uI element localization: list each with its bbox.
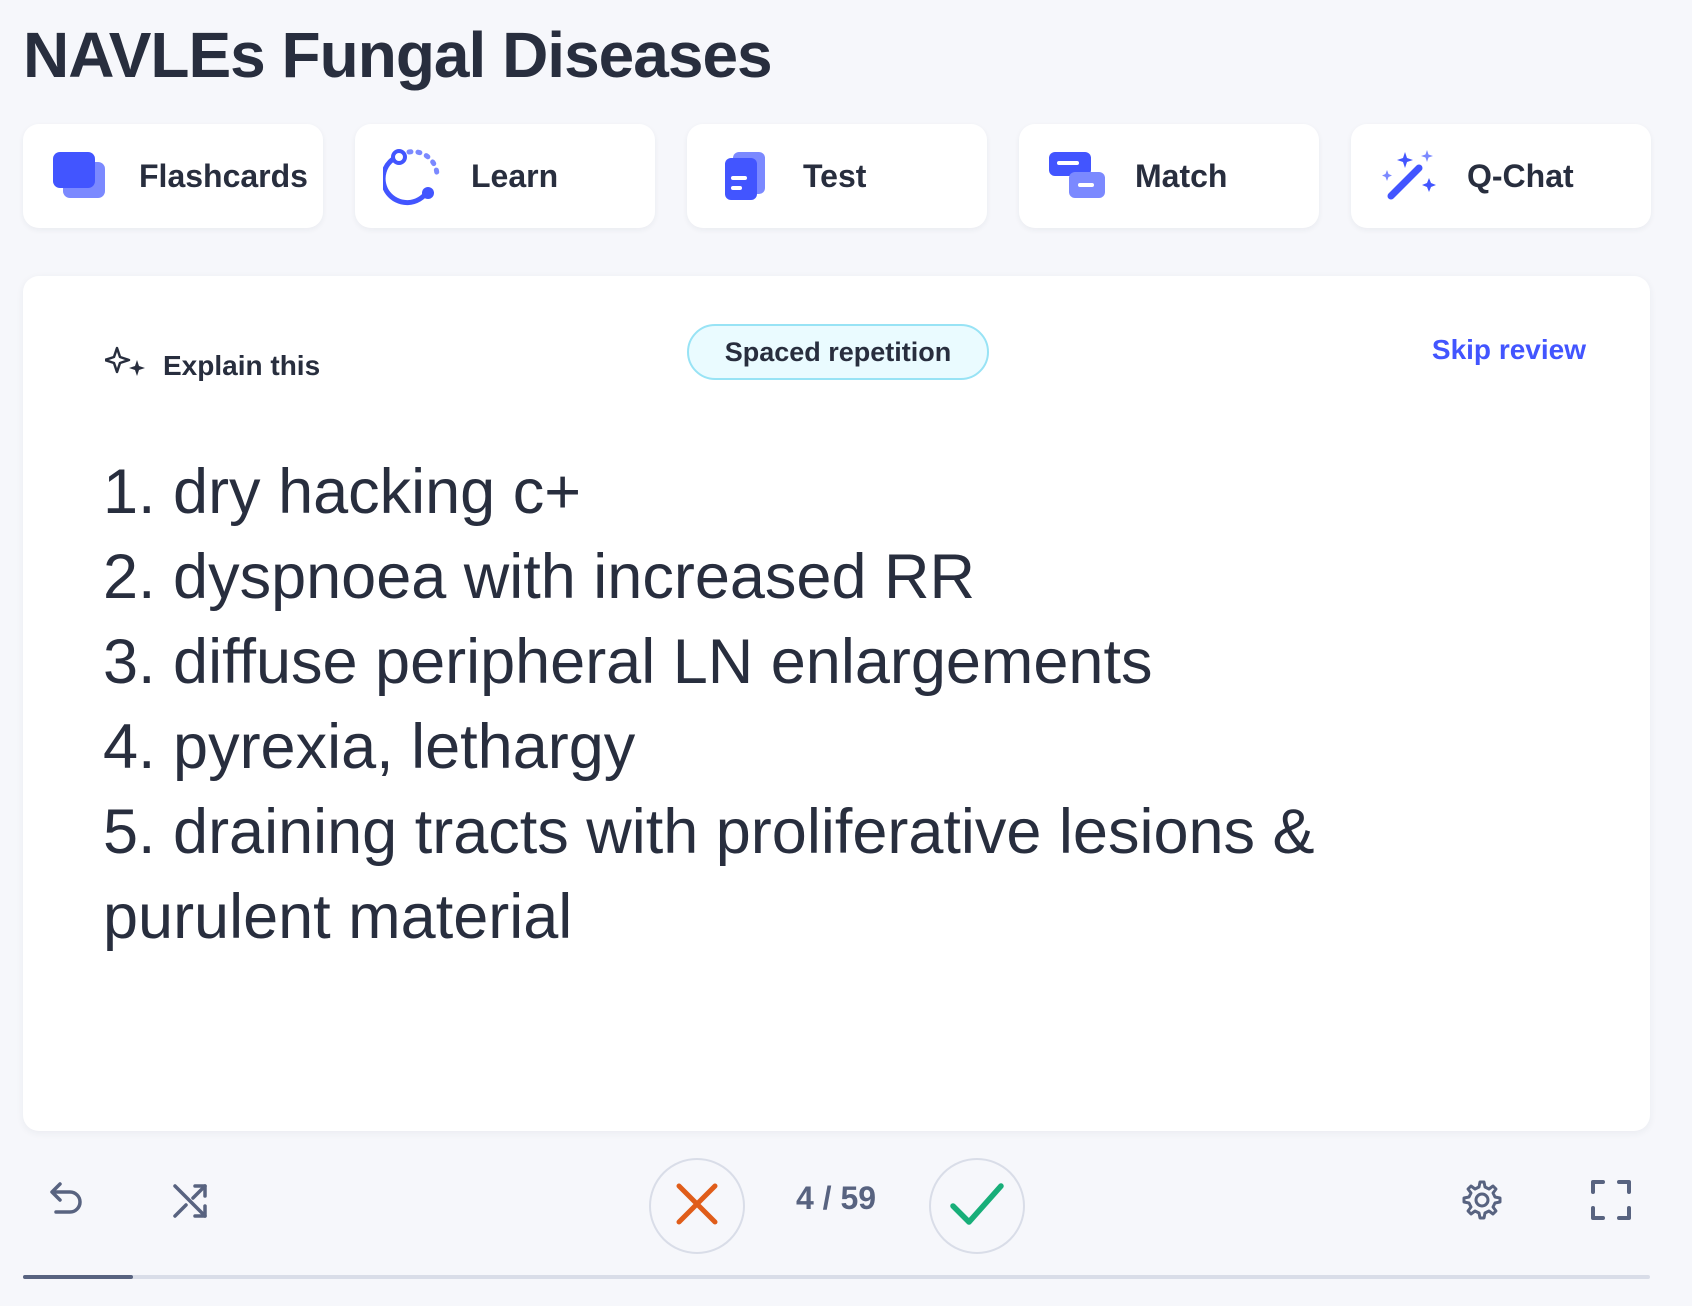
card-line: 2. dyspnoea with increased RR bbox=[103, 542, 975, 612]
card-line: 4. pyrexia, lethargy bbox=[103, 712, 636, 782]
card-line: purulent material bbox=[103, 882, 573, 952]
page-title: NAVLEs Fungal Diseases bbox=[23, 19, 773, 91]
match-icon bbox=[1047, 146, 1107, 206]
card-line: 5. draining tracts with proliferative le… bbox=[103, 797, 1315, 867]
fullscreen-icon bbox=[1589, 1178, 1633, 1227]
spaced-repetition-badge: Spaced repetition bbox=[687, 324, 989, 380]
mode-qchat-label: Q-Chat bbox=[1467, 157, 1574, 194]
card-controls: 4 / 59 bbox=[0, 1150, 1692, 1260]
card-content: 1. dry hacking c+ 2. dyspnoea with incre… bbox=[103, 450, 1523, 960]
undo-icon bbox=[42, 1178, 86, 1227]
mode-flashcards-label: Flashcards bbox=[139, 157, 308, 194]
incorrect-x-icon bbox=[673, 1180, 721, 1233]
mode-test-label: Test bbox=[803, 157, 867, 194]
fullscreen-button[interactable] bbox=[1583, 1174, 1639, 1230]
mode-test-button[interactable]: Test bbox=[687, 124, 987, 228]
mode-flashcards-button[interactable]: Flashcards bbox=[23, 124, 323, 228]
progress-fill bbox=[23, 1275, 134, 1279]
gear-icon bbox=[1460, 1178, 1504, 1227]
mode-match-label: Match bbox=[1135, 157, 1228, 194]
mode-learn-label: Learn bbox=[471, 157, 559, 194]
mark-incorrect-button[interactable] bbox=[649, 1158, 745, 1254]
magic-wand-icon bbox=[1379, 146, 1439, 206]
card-line: 3. diffuse peripheral LN enlargements bbox=[103, 627, 1153, 697]
mode-learn-button[interactable]: Learn bbox=[355, 124, 655, 228]
mode-qchat-button[interactable]: Q-Chat bbox=[1351, 124, 1651, 228]
learn-icon bbox=[383, 146, 443, 206]
settings-button[interactable] bbox=[1454, 1174, 1510, 1230]
shuffle-icon bbox=[169, 1178, 213, 1227]
correct-check-icon bbox=[949, 1180, 1005, 1233]
flashcard[interactable]: Explain this Spaced repetition Skip revi… bbox=[23, 276, 1650, 1131]
flashcards-page: NAVLEs Fungal Diseases Flashcards Learn bbox=[0, 0, 1692, 1306]
mark-correct-button[interactable] bbox=[929, 1158, 1025, 1254]
flashcards-icon bbox=[51, 146, 111, 206]
skip-review-link[interactable]: Skip review bbox=[1432, 334, 1586, 366]
undo-button[interactable] bbox=[36, 1174, 92, 1230]
progress-bar bbox=[23, 1275, 1650, 1279]
mode-match-button[interactable]: Match bbox=[1019, 124, 1319, 228]
explain-this-button[interactable]: Explain this bbox=[103, 346, 321, 385]
explain-this-label: Explain this bbox=[163, 349, 321, 381]
study-modes: Flashcards Learn Test Match Q-Chat bbox=[23, 124, 1651, 228]
test-icon bbox=[715, 146, 775, 206]
sparkle-icon bbox=[103, 346, 147, 385]
card-line: 1. dry hacking c+ bbox=[103, 457, 582, 527]
card-counter: 4 / 59 bbox=[795, 1180, 877, 1216]
shuffle-button[interactable] bbox=[163, 1174, 219, 1230]
